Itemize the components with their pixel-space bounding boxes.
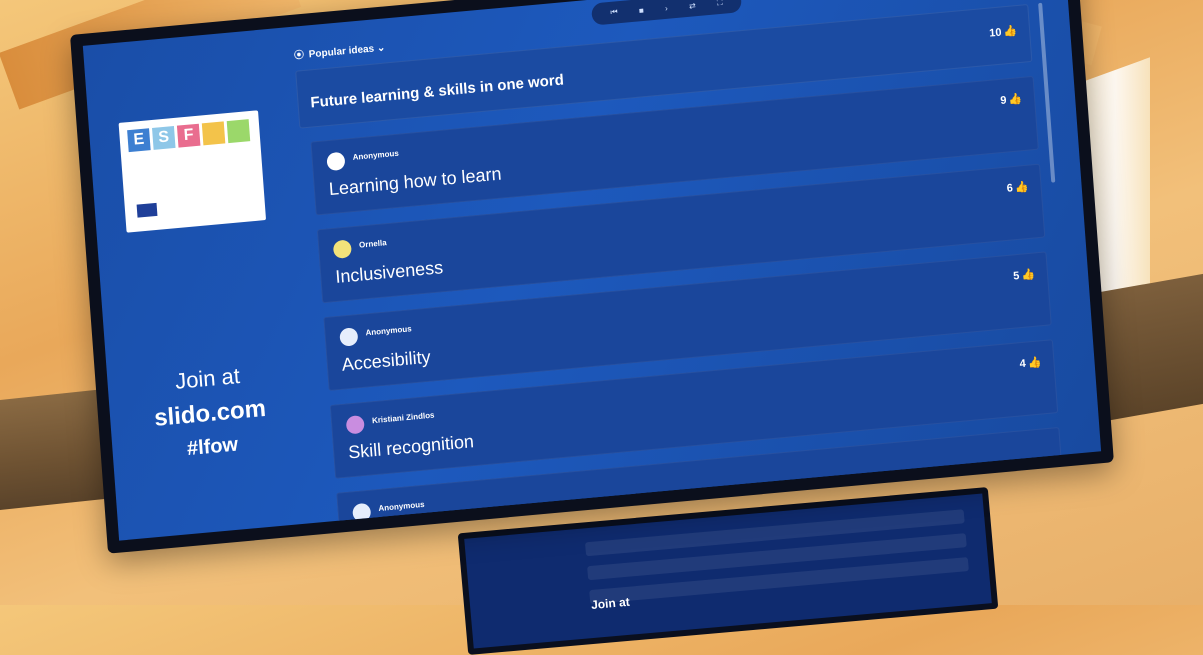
like-number: 6	[1006, 182, 1014, 195]
thumbs-up-icon: 👍	[1008, 92, 1023, 107]
like-count: 4👍	[1019, 355, 1042, 370]
scrollbar[interactable]	[1038, 2, 1056, 183]
logo-letters: E S F	[127, 119, 252, 153]
question-text: Future learning & skills in one word	[309, 71, 565, 112]
switch-icon[interactable]: ⇄	[689, 1, 696, 11]
like-count: 10👍	[989, 24, 1018, 40]
eu-flag-icon	[136, 202, 158, 218]
like-count: 6👍	[1006, 180, 1029, 195]
idea-author: Anonymous	[365, 324, 412, 338]
idea-text: Inclusiveness	[334, 257, 444, 287]
sidebar: E S F Join at slido.com #lfow	[83, 28, 319, 541]
like-count: 5👍	[1013, 268, 1036, 283]
chevron-down-icon: ⌄	[376, 42, 386, 55]
idea-text: Learning how to learn	[328, 163, 503, 200]
pause-icon[interactable]: ■	[639, 5, 644, 14]
thumbs-up-icon: 👍	[1027, 356, 1042, 370]
like-number: 10	[988, 26, 1002, 40]
thumbs-up-icon: 👍	[1020, 268, 1036, 282]
idea-author: Ornella	[358, 238, 387, 250]
like-number: 9	[999, 94, 1007, 107]
avatar	[326, 151, 346, 172]
like-number: 5	[1012, 269, 1020, 283]
idea-text: Accesibility	[341, 346, 432, 375]
idea-text: Skill recognition	[347, 431, 475, 463]
logo-letter: E	[127, 128, 151, 153]
like-count: 9👍	[1000, 92, 1023, 107]
idea-author: Anonymous	[352, 148, 400, 162]
avatar	[332, 239, 353, 259]
sort-label: Popular ideas	[308, 43, 375, 61]
avatar	[352, 502, 372, 523]
avatar	[339, 327, 359, 347]
avatar	[345, 414, 365, 435]
location-pin-icon: ⦿	[293, 49, 305, 62]
fullscreen-icon[interactable]: ⛶	[717, 0, 723, 8]
previous-icon[interactable]: ⏮	[610, 7, 618, 18]
logo-block	[226, 119, 251, 144]
logo-block	[201, 121, 226, 146]
thumbs-up-icon: 👍	[1003, 25, 1018, 39]
idea-author: Kristiani Zindlos	[371, 410, 435, 426]
join-instructions: Join at slido.com #lfow	[107, 357, 314, 476]
like-number: 4	[1019, 357, 1027, 371]
tv-frame: E S F Join at slido.com #lfow ⦿ Popular …	[70, 0, 1114, 554]
sort-dropdown[interactable]: ⦿ Popular ideas ⌄	[293, 39, 386, 62]
tv-screen: E S F Join at slido.com #lfow ⦿ Popular …	[82, 0, 1102, 541]
logo-letter: F	[176, 123, 201, 148]
ideas-panel: Future learning & skills in one word 10👍…	[295, 2, 1065, 541]
next-icon[interactable]: ›	[665, 3, 668, 12]
presenter-controls: ⏮ ■ › ⇄ ⛶	[591, 0, 743, 26]
thumbs-up-icon: 👍	[1014, 180, 1029, 194]
event-logo: E S F	[118, 110, 267, 233]
idea-author: Anonymous	[378, 499, 425, 513]
logo-letter: S	[152, 125, 176, 150]
